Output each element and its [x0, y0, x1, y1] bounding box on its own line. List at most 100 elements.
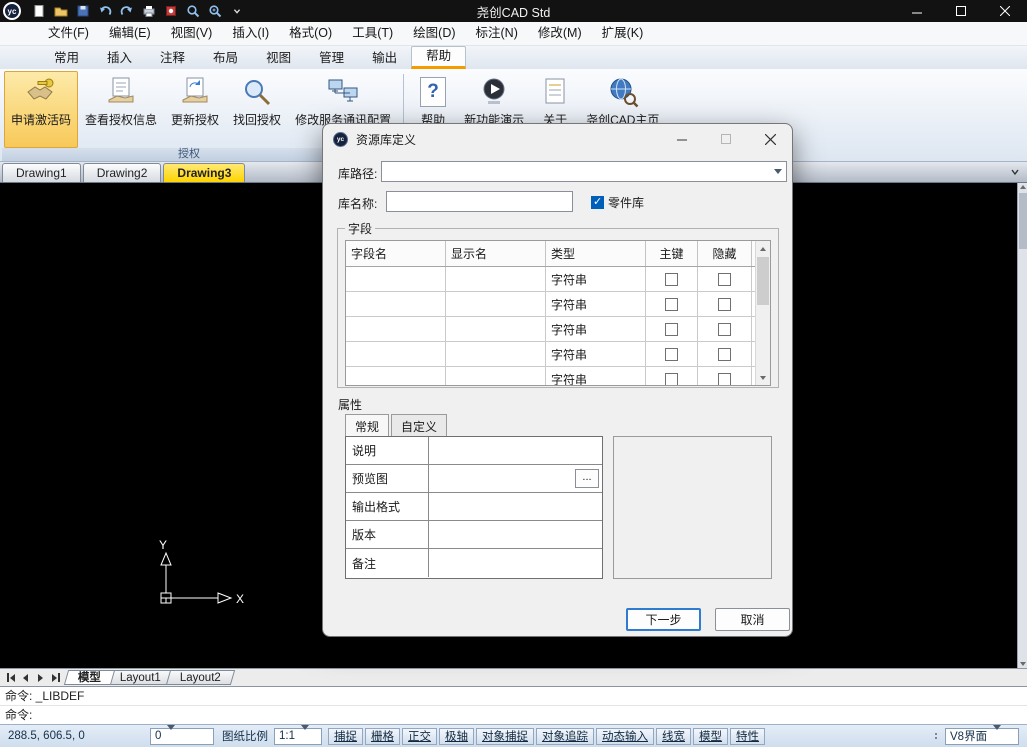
attr-value-field[interactable] [429, 493, 602, 520]
doc-tab-drawing1[interactable]: Drawing1 [2, 163, 81, 182]
fields-table-scrollbar[interactable] [755, 241, 770, 385]
hidden-checkbox[interactable] [718, 272, 731, 286]
toggle-properties[interactable]: 特性 [730, 727, 765, 745]
qat-customize-chevron-icon[interactable] [229, 4, 244, 19]
ribbon-button-recover-license[interactable]: 找回授权 [226, 71, 288, 148]
display-name-cell[interactable] [446, 317, 546, 341]
field-name-cell[interactable] [346, 342, 446, 366]
zoom-icon[interactable] [185, 4, 200, 19]
attr-value-field[interactable] [429, 549, 602, 577]
browse-button[interactable]: ... [575, 469, 599, 488]
type-cell[interactable]: 字符串 [546, 267, 646, 291]
menu-draw[interactable]: 绘图(D) [403, 22, 465, 45]
ui-mode-dropdown[interactable]: V8界面 [945, 725, 1019, 745]
dialog-close-button[interactable] [748, 124, 792, 154]
dropdown-arrow-icon[interactable] [301, 725, 309, 742]
toggle-lineweight[interactable]: 线宽 [656, 727, 691, 745]
ribbon-button-update-license[interactable]: 更新授权 [164, 71, 226, 148]
zoom-window-icon[interactable] [207, 4, 222, 19]
display-name-cell[interactable] [446, 342, 546, 366]
menu-modify[interactable]: 修改(M) [528, 22, 592, 45]
ribbon-tab-output[interactable]: 输出 [358, 48, 411, 69]
type-cell[interactable]: 字符串 [546, 367, 646, 385]
display-name-cell[interactable] [446, 267, 546, 291]
command-input-line[interactable]: 命令: [0, 706, 1027, 725]
attr-value-field[interactable] [429, 437, 602, 464]
primary-key-cell[interactable] [646, 317, 698, 341]
save-icon[interactable] [75, 4, 90, 19]
hidden-cell[interactable] [698, 292, 752, 316]
minimize-button[interactable] [895, 0, 939, 22]
menu-dimension[interactable]: 标注(N) [466, 22, 528, 45]
layout-tab-model[interactable]: 模型 [63, 670, 116, 685]
ribbon-button-view-license[interactable]: 查看授权信息 [78, 71, 164, 148]
redo-icon[interactable] [119, 4, 134, 19]
open-folder-icon[interactable] [53, 4, 68, 19]
ribbon-tab-annotate[interactable]: 注释 [146, 48, 199, 69]
scrollbar-thumb[interactable] [1019, 193, 1027, 249]
hidden-cell[interactable] [698, 267, 752, 291]
display-name-cell[interactable] [446, 292, 546, 316]
type-cell[interactable]: 字符串 [546, 342, 646, 366]
ribbon-tab-view[interactable]: 视图 [252, 48, 305, 69]
menu-tools[interactable]: 工具(T) [342, 22, 403, 45]
hidden-checkbox[interactable] [718, 322, 731, 336]
menu-edit[interactable]: 编辑(E) [99, 22, 161, 45]
primary-key-checkbox[interactable] [665, 322, 678, 336]
hidden-cell[interactable] [698, 317, 752, 341]
doc-tab-list-chevron-icon[interactable] [1007, 164, 1023, 180]
vertical-scrollbar[interactable] [1017, 183, 1027, 668]
menu-extension[interactable]: 扩展(K) [592, 22, 654, 45]
doc-tab-drawing2[interactable]: Drawing2 [82, 163, 162, 182]
dropdown-arrow-icon[interactable] [167, 725, 176, 742]
scroll-up-icon[interactable] [1020, 185, 1026, 189]
toggle-osnap[interactable]: 对象捕捉 [476, 727, 534, 745]
primary-key-checkbox[interactable] [665, 297, 678, 311]
ribbon-button-activation-code[interactable]: 申请激活码 [4, 71, 79, 148]
hidden-checkbox[interactable] [718, 347, 731, 361]
last-layout-button[interactable] [48, 671, 63, 685]
primary-key-checkbox[interactable] [665, 272, 678, 286]
first-layout-button[interactable] [3, 671, 18, 685]
ribbon-tab-insert[interactable]: 插入 [93, 48, 146, 69]
scroll-up-icon[interactable] [756, 241, 770, 256]
previous-layout-button[interactable] [18, 671, 33, 685]
primary-key-checkbox[interactable] [665, 347, 678, 361]
hidden-checkbox[interactable] [718, 297, 731, 311]
menu-view[interactable]: 视图(V) [161, 22, 223, 45]
toggle-snap[interactable]: 捕捉 [328, 727, 363, 745]
undo-icon[interactable] [97, 4, 112, 19]
close-button[interactable] [983, 0, 1027, 22]
tab-custom[interactable]: 自定义 [391, 414, 448, 438]
dialog-titlebar[interactable]: yc 资源库定义 [323, 124, 792, 154]
attr-value-field[interactable] [429, 521, 602, 548]
scroll-down-icon[interactable] [756, 370, 770, 385]
hidden-cell[interactable] [698, 342, 752, 366]
doc-tab-drawing3[interactable]: Drawing3 [163, 163, 246, 182]
lib-path-combo[interactable] [381, 161, 787, 182]
attr-value-field[interactable]: ... [429, 465, 602, 492]
next-layout-button[interactable] [33, 671, 48, 685]
ribbon-tab-layout[interactable]: 布局 [199, 48, 252, 69]
dialog-maximize-button[interactable] [704, 124, 748, 154]
menu-file[interactable]: 文件(F) [38, 22, 99, 45]
type-cell[interactable]: 字符串 [546, 292, 646, 316]
field-name-cell[interactable] [346, 292, 446, 316]
toggle-polar[interactable]: 极轴 [439, 727, 474, 745]
display-name-cell[interactable] [446, 367, 546, 385]
primary-key-checkbox[interactable] [665, 372, 678, 385]
plot-icon[interactable] [163, 4, 178, 19]
layer-dropdown[interactable]: 0 [150, 725, 214, 745]
field-name-cell[interactable] [346, 267, 446, 291]
menu-insert[interactable]: 插入(I) [222, 22, 279, 45]
maximize-button[interactable] [939, 0, 983, 22]
ribbon-tab-common[interactable]: 常用 [40, 48, 93, 69]
dialog-minimize-button[interactable] [660, 124, 704, 154]
field-name-cell[interactable] [346, 317, 446, 341]
primary-key-cell[interactable] [646, 267, 698, 291]
ribbon-tab-help[interactable]: 帮助 [411, 46, 467, 69]
dropdown-arrow-icon[interactable] [993, 725, 1002, 742]
lib-path-dropdown-icon[interactable] [769, 162, 786, 181]
hidden-checkbox[interactable] [718, 372, 731, 385]
type-cell[interactable]: 字符串 [546, 317, 646, 341]
